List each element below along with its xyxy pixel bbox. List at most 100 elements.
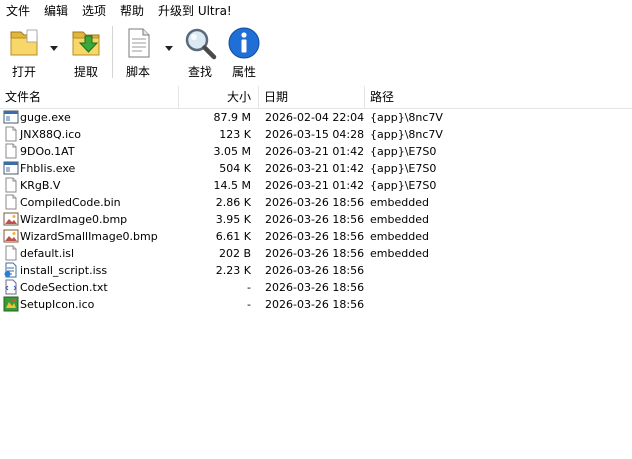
file-row[interactable]: JNX88Q.ico 123 K 2026-03-15 04:28 {app}\8nc… [0,126,632,143]
file-date: 2026-03-21 01:42 [265,179,365,192]
menu-bar: 文件 编辑 选项 帮助 升级到 Ultra! [0,0,632,22]
file-row[interactable]: SetupIcon.ico - 2026-03-26 18:56 [0,296,632,313]
file-name: install_script.iss [20,264,108,277]
properties-button[interactable]: 属性 [222,24,266,80]
file-name: JNX88Q.ico [20,128,81,141]
file-date: 2026-03-26 18:56 [265,196,365,209]
file-row[interactable]: CompiledCode.bin 2.86 K 2026-03-26 18:56 em… [0,194,632,211]
find-label: 查找 [187,65,212,79]
extract-button[interactable]: 提取 [64,24,108,80]
file-path: {app}\E7S0 [370,145,437,158]
file-name: default.isl [20,247,75,260]
file-name: CompiledCode.bin [20,196,121,209]
file-date: 2026-03-26 18:56 [265,281,365,294]
file-row[interactable]: CodeSection.txt - 2026-03-26 18:56 [0,279,632,296]
magnifier-icon [185,28,217,60]
script-button[interactable]: 脚本 [116,24,160,80]
file-path: embedded [370,230,429,243]
file-row[interactable]: WizardImage0.bmp 3.95 K 2026-03-26 18:56 em… [0,211,632,228]
column-header-date[interactable]: 日期 [264,86,288,108]
file-row[interactable]: install_script.iss 2.23 K 2026-03-26 18:56 [0,262,632,279]
file-size: - [247,298,251,311]
file-size: 123 K [219,128,251,141]
toolbar-separator [112,26,113,78]
menu-file[interactable]: 文件 [6,4,30,18]
file-name: 9DOo.1AT [20,145,75,158]
file-size: 2.86 K [215,196,251,209]
blank-file-icon [3,143,19,159]
file-path [370,279,490,296]
open-folder-icon [10,29,38,56]
file-row[interactable]: KRgB.V 14.5 M 2026-03-21 01:42 {app}\E7S0 [0,177,632,194]
file-size: 87.9 M [213,111,251,124]
file-row[interactable]: default.isl 202 B 2026-03-26 18:56 embedded [0,245,632,262]
file-date: 2026-03-21 01:42 [265,162,365,175]
file-row[interactable]: FhbIis.exe 504 K 2026-03-21 01:42 {app}\E7S… [0,160,632,177]
file-size: 202 B [218,247,251,260]
file-date: 2026-03-26 18:56 [265,230,365,243]
file-row[interactable]: WizardSmallImage0.bmp 6.61 K 2026-03-26 18… [0,228,632,245]
bitmap-image-icon [3,228,19,244]
file-list-header: 文件名 大小 日期 路径 [0,86,632,109]
menu-options[interactable]: 选项 [82,4,106,18]
file-path: {app}\E7S0 [370,162,437,175]
file-path: {app}\E7S0 [370,179,437,192]
extract-folder-icon [72,31,100,56]
exe-window-icon [3,109,19,125]
file-name: FhbIis.exe [20,162,76,175]
file-size: 504 K [219,162,251,175]
script-document-icon [128,28,150,58]
script-dropdown-icon[interactable] [165,46,173,51]
file-size: 3.05 M [213,145,251,158]
find-button[interactable]: 查找 [178,24,222,80]
setup-icon-image [3,296,19,312]
script-file-icon [3,262,19,278]
bitmap-image-icon [3,211,19,227]
blank-file-icon [3,245,19,261]
blank-file-icon [3,177,19,193]
file-path: embedded [370,247,429,260]
file-row[interactable]: 9DOo.1AT 3.05 M 2026-03-21 01:42 {app}\E7S0 [0,143,632,160]
file-size: - [247,281,251,294]
file-name: WizardSmallImage0.bmp [20,230,158,243]
open-button[interactable]: 打开 [2,24,46,80]
file-date: 2026-03-26 18:56 [265,298,365,311]
file-date: 2026-03-15 04:28 [265,128,365,141]
menu-help[interactable]: 帮助 [120,4,144,18]
file-path: embedded [370,196,429,209]
extract-label: 提取 [73,65,98,79]
column-divider[interactable] [258,86,259,108]
file-name: CodeSection.txt [20,281,108,294]
file-path [370,296,490,313]
column-divider[interactable] [364,86,365,108]
file-size: 14.5 M [213,179,251,192]
column-header-name[interactable]: 文件名 [5,86,41,108]
file-name: SetupIcon.ico [20,298,95,311]
file-path: embedded [370,213,429,226]
file-name: WizardImage0.bmp [20,213,128,226]
file-path: {app}\8nc7V [370,128,443,141]
file-date: 2026-02-04 22:04 [265,111,365,124]
file-date: 2026-03-26 18:56 [265,264,365,277]
file-date: 2026-03-26 18:56 [265,247,365,260]
file-name: KRgB.V [20,179,61,192]
column-header-path[interactable]: 路径 [370,86,394,108]
file-name: guge.exe [20,111,71,124]
file-path: {app}\8nc7V [370,111,443,124]
menu-upgrade[interactable]: 升级到 Ultra! [158,4,232,18]
code-text-icon [3,279,19,295]
file-size: 3.95 K [215,213,251,226]
script-label: 脚本 [125,65,150,79]
column-header-size[interactable]: 大小 [180,86,251,108]
blank-file-icon [3,126,19,142]
file-row[interactable]: guge.exe 87.9 M 2026-02-04 22:04 {app}\8nc7… [0,109,632,126]
properties-label: 属性 [231,65,256,79]
file-size: 6.61 K [215,230,251,243]
open-label: 打开 [11,65,36,79]
menu-edit[interactable]: 编辑 [44,4,68,18]
file-date: 2026-03-21 01:42 [265,145,365,158]
file-size: 2.23 K [215,264,251,277]
toolbar: 打开 提取 脚本 查找 属性 [0,22,632,82]
open-dropdown-icon[interactable] [50,46,58,51]
column-divider[interactable] [178,86,179,108]
